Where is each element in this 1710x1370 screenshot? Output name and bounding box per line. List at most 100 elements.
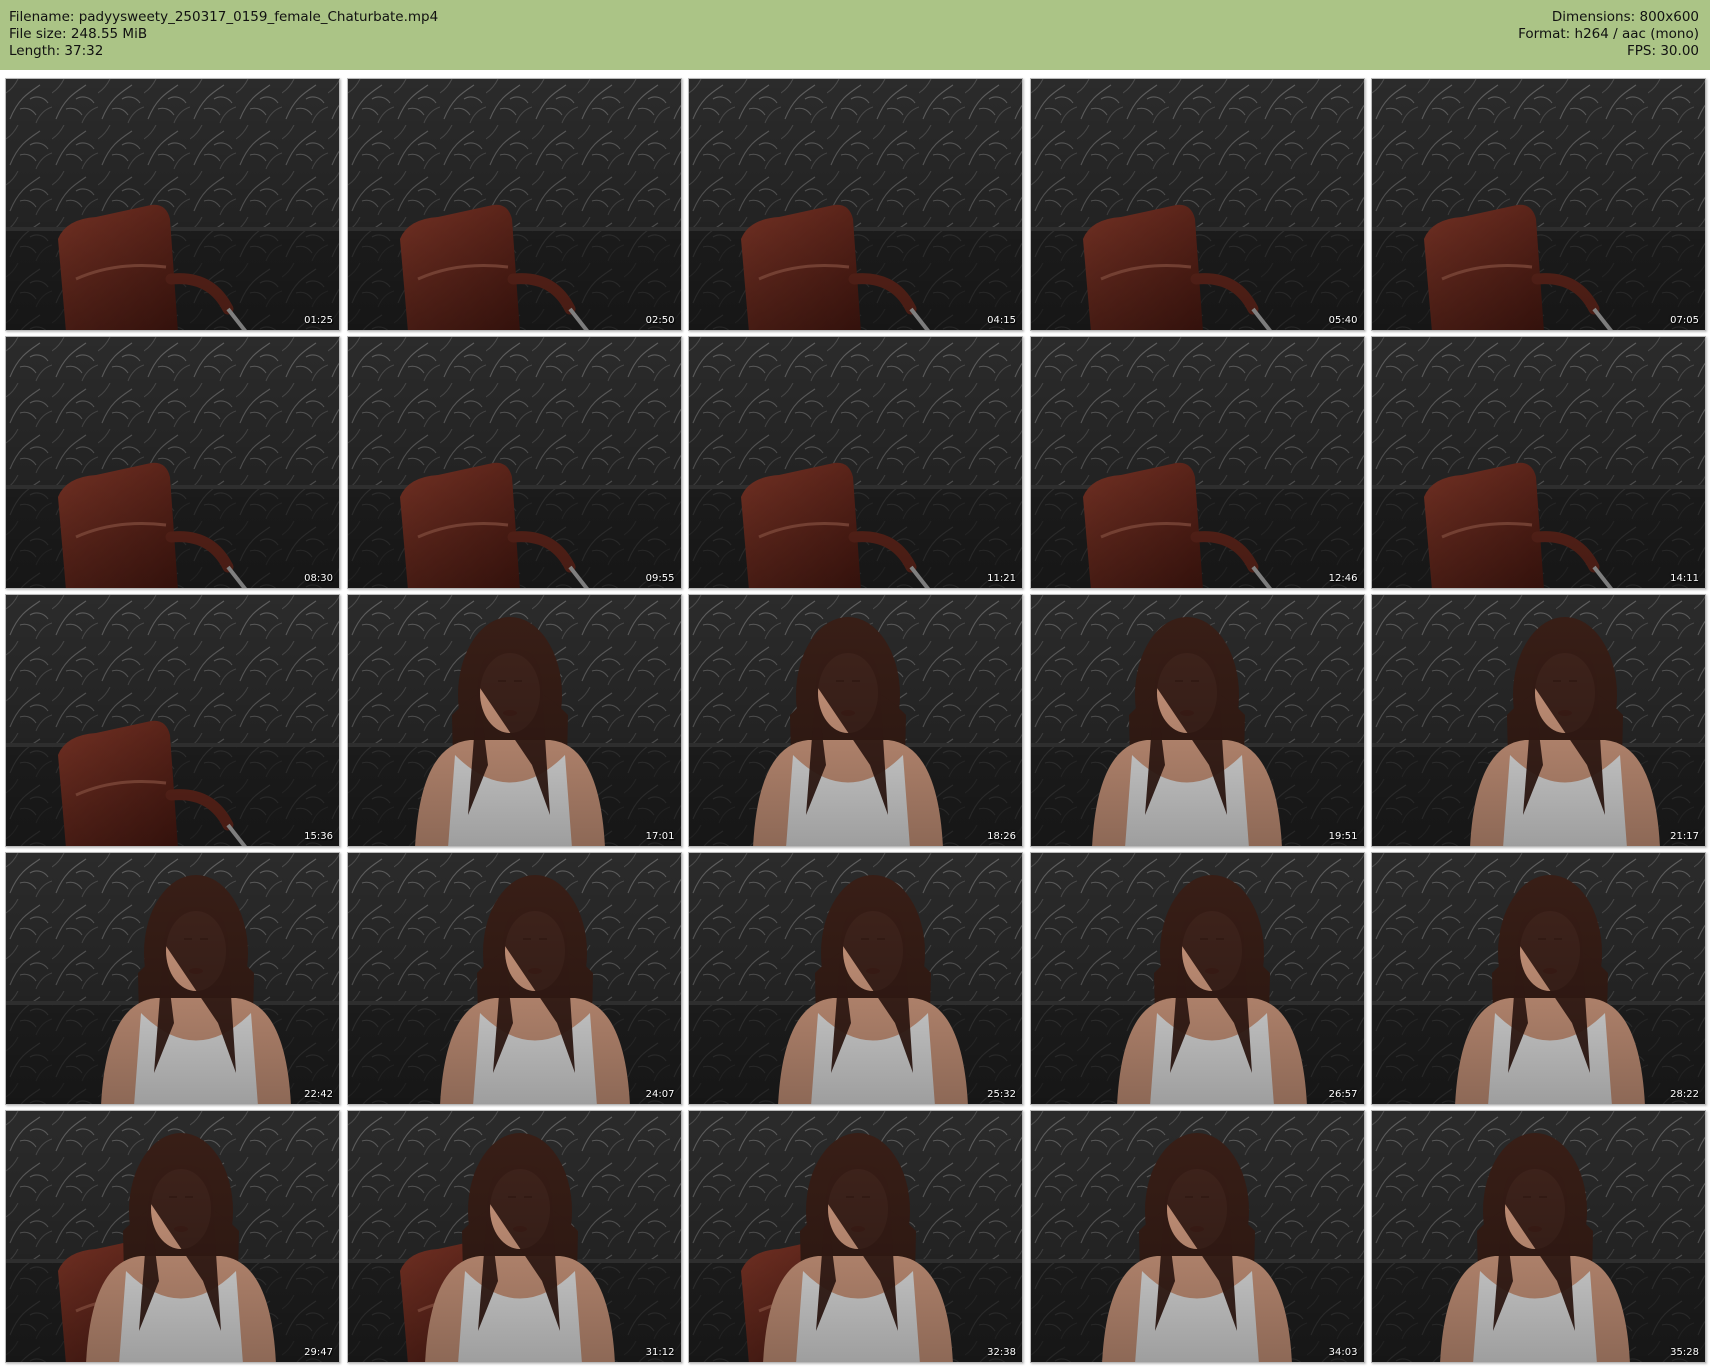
thumbnail-frame bbox=[1030, 337, 1364, 588]
video-thumbnail: 26:57 bbox=[1029, 852, 1365, 1105]
filesize-label: File size: 248.55 MiB bbox=[9, 26, 148, 42]
thumbnail-timestamp: 31:12 bbox=[645, 1347, 675, 1358]
video-thumbnail: 02:50 bbox=[346, 78, 682, 331]
thumbnail-frame bbox=[1030, 79, 1364, 330]
filename-label: Filename: padyysweety_250317_0159_female… bbox=[9, 9, 439, 25]
thumbnail-timestamp: 25:32 bbox=[987, 1089, 1016, 1100]
video-thumbnail: 19:51 bbox=[1029, 594, 1365, 847]
thumbnail-timestamp: 29:47 bbox=[304, 1347, 333, 1358]
thumbnail-frame bbox=[689, 1111, 1022, 1362]
video-thumbnail: 05:40 bbox=[1029, 78, 1365, 331]
video-thumbnail: 14:11 bbox=[1371, 336, 1706, 589]
format-label: Format: h264 / aac (mono) bbox=[1518, 26, 1699, 42]
thumbnail-frame bbox=[1030, 595, 1364, 846]
video-thumbnail: 29:47 bbox=[5, 1110, 340, 1363]
video-thumbnail: 28:22 bbox=[1371, 852, 1706, 1105]
thumbnail-frame bbox=[689, 595, 1022, 846]
video-thumbnail: 31:12 bbox=[346, 1110, 682, 1363]
thumbnail-timestamp: 34:03 bbox=[1328, 1347, 1358, 1358]
thumbnail-grid: 01:25 02:50 04:15 05:40 07:05 08:30 09:55 11:21… bbox=[0, 78, 1710, 1368]
thumbnail-timestamp: 12:46 bbox=[1328, 573, 1358, 584]
info-header: Filename: padyysweety_250317_0159_female… bbox=[0, 0, 1710, 70]
vignette-overlay bbox=[347, 853, 681, 1104]
video-thumbnail: 07:05 bbox=[1371, 78, 1706, 331]
dimensions-label: Dimensions: 800x600 bbox=[1551, 9, 1699, 25]
vignette-overlay bbox=[689, 595, 1022, 846]
video-thumbnail: 04:15 bbox=[688, 78, 1023, 331]
thumbnail-frame bbox=[689, 853, 1022, 1104]
video-thumbnail: 18:26 bbox=[688, 594, 1023, 847]
thumbnail-frame bbox=[1030, 853, 1364, 1104]
thumbnail-frame bbox=[689, 337, 1022, 588]
video-thumbnail: 01:25 bbox=[5, 78, 340, 331]
thumbnail-timestamp: 32:38 bbox=[987, 1347, 1016, 1358]
vignette-overlay bbox=[689, 1111, 1022, 1362]
vignette-overlay bbox=[1030, 1111, 1364, 1362]
thumbnail-frame bbox=[347, 853, 681, 1104]
thumbnail-frame bbox=[6, 853, 339, 1104]
thumbnail-timestamp: 24:07 bbox=[645, 1089, 675, 1100]
video-thumbnail: 22:42 bbox=[5, 852, 340, 1105]
thumbnail-timestamp: 01:25 bbox=[304, 315, 333, 326]
thumbnail-timestamp: 28:22 bbox=[1670, 1089, 1699, 1100]
video-thumbnail: 17:01 bbox=[346, 594, 682, 847]
thumbnail-timestamp: 21:17 bbox=[1670, 831, 1699, 842]
video-thumbnail: 21:17 bbox=[1371, 594, 1706, 847]
vignette-overlay bbox=[6, 853, 339, 1104]
video-thumbnail: 15:36 bbox=[5, 594, 340, 847]
vignette-overlay bbox=[6, 1111, 339, 1362]
vignette-overlay bbox=[689, 853, 1022, 1104]
thumbnail-timestamp: 04:15 bbox=[987, 315, 1016, 326]
thumbnail-frame bbox=[1372, 853, 1705, 1104]
vignette-overlay bbox=[6, 337, 339, 588]
thumbnail-timestamp: 18:26 bbox=[987, 831, 1016, 842]
thumbnail-timestamp: 15:36 bbox=[304, 831, 333, 842]
thumbnail-frame bbox=[6, 337, 339, 588]
vignette-overlay bbox=[1372, 337, 1705, 588]
video-thumbnail: 35:28 bbox=[1371, 1110, 1706, 1363]
video-thumbnail: 24:07 bbox=[346, 852, 682, 1105]
thumbnail-timestamp: 11:21 bbox=[987, 573, 1016, 584]
thumbnail-frame bbox=[347, 595, 681, 846]
vignette-overlay bbox=[1372, 853, 1705, 1104]
thumbnail-frame bbox=[347, 337, 681, 588]
thumbnail-frame bbox=[1372, 1111, 1705, 1362]
thumbnail-timestamp: 05:40 bbox=[1328, 315, 1358, 326]
video-thumbnail: 25:32 bbox=[688, 852, 1023, 1105]
video-thumbnail: 34:03 bbox=[1029, 1110, 1365, 1363]
video-thumbnail: 32:38 bbox=[688, 1110, 1023, 1363]
thumbnail-timestamp: 22:42 bbox=[304, 1089, 333, 1100]
thumbnail-frame bbox=[6, 79, 339, 330]
thumbnail-timestamp: 07:05 bbox=[1670, 315, 1699, 326]
thumbnail-timestamp: 09:55 bbox=[645, 573, 675, 584]
thumbnail-frame bbox=[1030, 1111, 1364, 1362]
vignette-overlay bbox=[1030, 79, 1364, 330]
vignette-overlay bbox=[347, 79, 681, 330]
video-thumbnail: 09:55 bbox=[346, 336, 682, 589]
video-thumbnail: 11:21 bbox=[688, 336, 1023, 589]
thumbnail-timestamp: 35:28 bbox=[1670, 1347, 1699, 1358]
vignette-overlay bbox=[689, 337, 1022, 588]
thumbnail-timestamp: 26:57 bbox=[1328, 1089, 1358, 1100]
vignette-overlay bbox=[1372, 1111, 1705, 1362]
fps-label: FPS: 30.00 bbox=[1627, 43, 1699, 59]
vignette-overlay bbox=[6, 79, 339, 330]
thumbnail-timestamp: 14:11 bbox=[1670, 573, 1699, 584]
vignette-overlay bbox=[347, 337, 681, 588]
file-info-left: Filename: padyysweety_250317_0159_female… bbox=[9, 9, 438, 60]
vignette-overlay bbox=[347, 595, 681, 846]
vignette-overlay bbox=[1030, 595, 1364, 846]
thumbnail-frame bbox=[347, 79, 681, 330]
thumbnail-frame bbox=[347, 1111, 681, 1362]
video-thumbnail: 12:46 bbox=[1029, 336, 1365, 589]
thumbnail-frame bbox=[1372, 79, 1705, 330]
thumbnail-timestamp: 02:50 bbox=[645, 315, 675, 326]
thumbnail-frame bbox=[689, 79, 1022, 330]
file-info-right: Dimensions: 800x600 Format: h264 / aac (… bbox=[1518, 9, 1699, 60]
video-thumbnail: 08:30 bbox=[5, 336, 340, 589]
vignette-overlay bbox=[6, 595, 339, 846]
length-label: Length: 37:32 bbox=[9, 43, 104, 59]
vignette-overlay bbox=[1030, 337, 1364, 588]
thumbnail-timestamp: 19:51 bbox=[1328, 831, 1358, 842]
vignette-overlay bbox=[347, 1111, 681, 1362]
